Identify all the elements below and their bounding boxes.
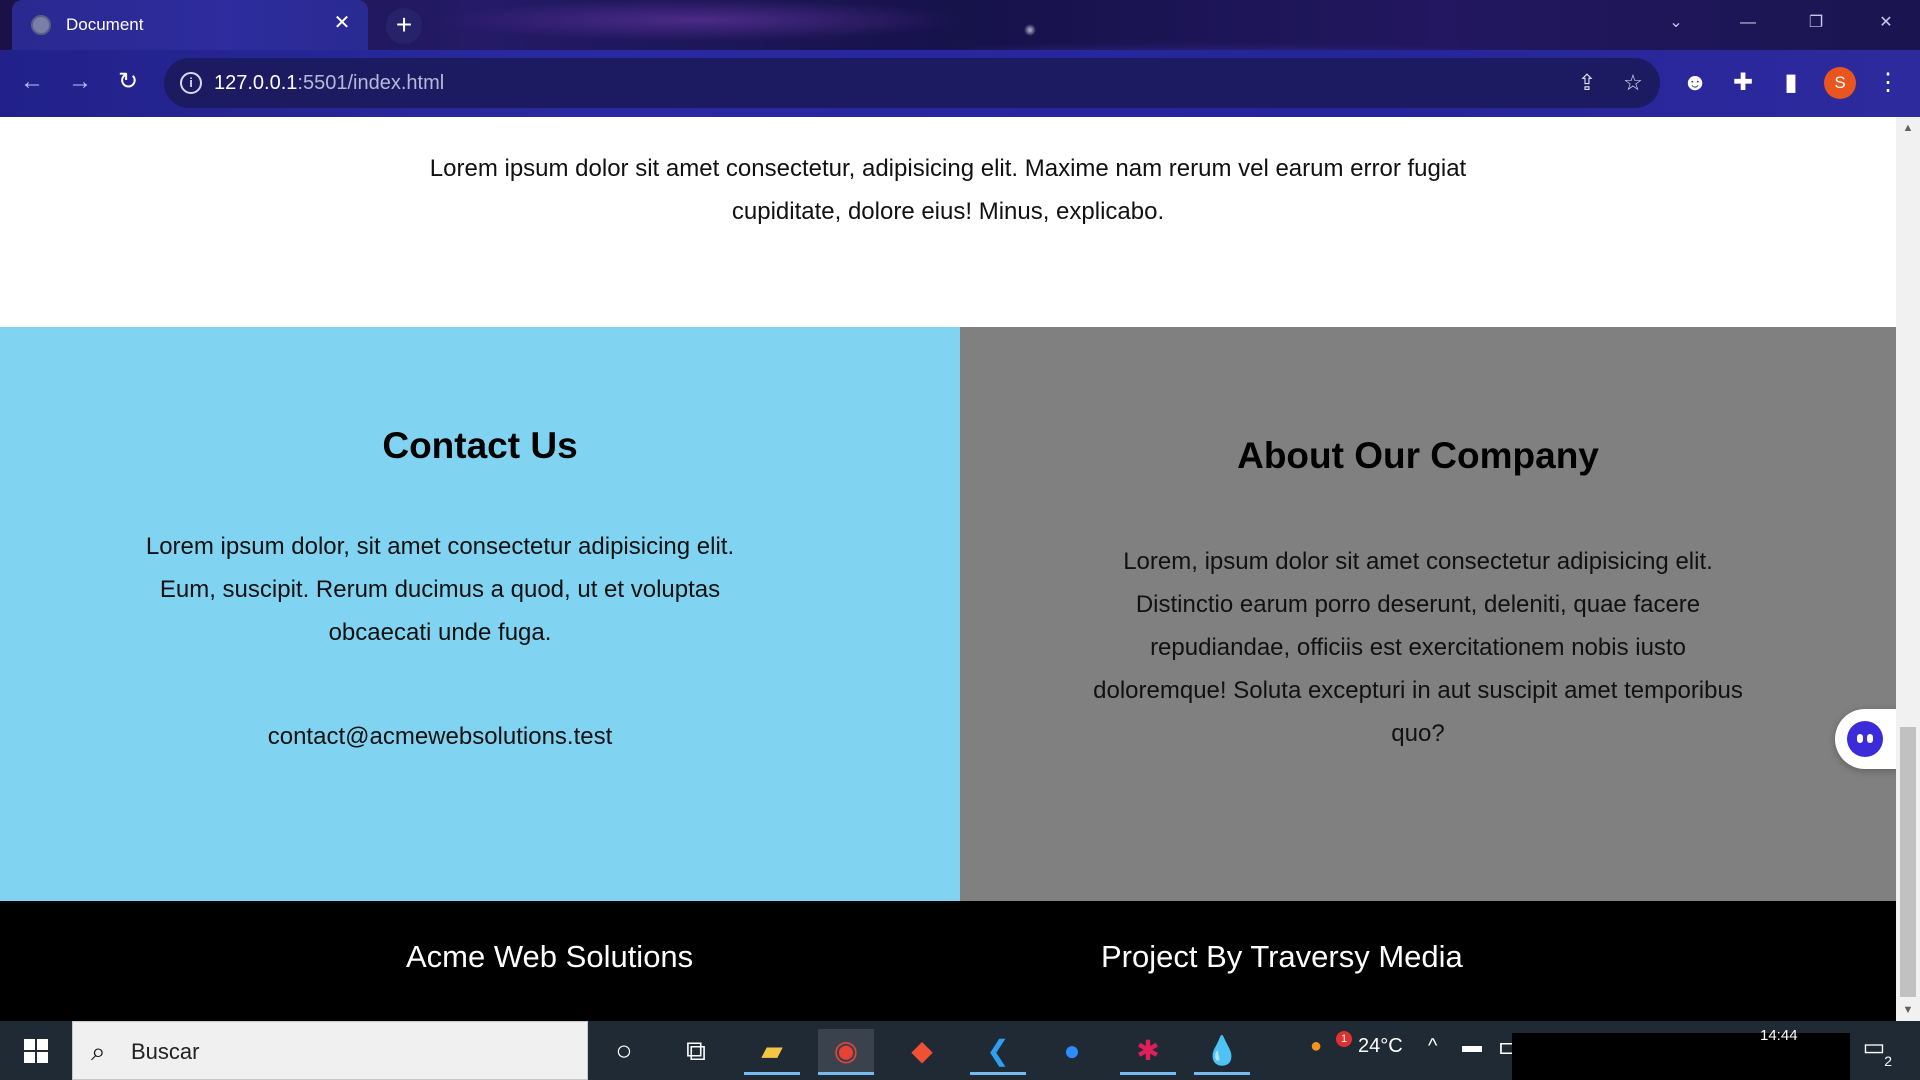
tab-title: Document <box>66 15 144 34</box>
search-placeholder: Buscar <box>131 1039 200 1064</box>
site-info-icon[interactable]: i <box>180 72 202 94</box>
extension-robot-icon[interactable]: ☻ <box>1679 67 1711 99</box>
vscode-icon[interactable]: ❮ <box>970 1029 1026 1075</box>
browser-chrome: Document ✕ + ⌄ — ❐ ✕ ← → ↻ i 127.0.0.1:5… <box>0 0 1920 117</box>
url-host: 127.0.0.1 <box>214 72 298 94</box>
new-tab-button[interactable]: + <box>386 8 422 44</box>
slack-icon[interactable]: ✱ <box>1120 1029 1176 1075</box>
notification-center-icon[interactable]: ▭ 2 <box>1856 1033 1892 1069</box>
file-explorer-icon[interactable]: ▰ <box>744 1029 800 1075</box>
intro-paragraph: Lorem ipsum dolor sit amet consectetur, … <box>429 155 1467 225</box>
globe-icon <box>31 15 51 35</box>
clock[interactable]: 14:44 <box>1760 1027 1798 1044</box>
tray-overlay <box>1512 1033 1850 1080</box>
git-icon[interactable]: ◆ <box>894 1029 950 1075</box>
forward-icon[interactable]: → <box>62 64 98 100</box>
menu-kebab-icon[interactable]: ⋮ <box>1872 67 1904 99</box>
chat-widget-button[interactable] <box>1835 709 1899 769</box>
taskbar-search-box[interactable]: ⌕ Buscar <box>72 1021 588 1080</box>
web-page: Lorem ipsum dolor sit amet consectetur, … <box>0 117 1896 1021</box>
chat-bot-icon <box>1847 721 1883 757</box>
cortana-icon[interactable]: ○ <box>596 1029 652 1075</box>
vertical-scrollbar[interactable]: ▲ ▼ <box>1896 117 1920 1021</box>
search-icon: ⌕ <box>91 1036 106 1066</box>
back-icon[interactable]: ← <box>14 64 50 100</box>
toolbar: ← → ↻ i 127.0.0.1:5501/index.html ⇪ ☆ ☻ … <box>0 50 1920 117</box>
extensions-puzzle-icon[interactable]: ✚ <box>1727 67 1759 99</box>
profile-avatar[interactable]: S <box>1824 67 1856 99</box>
footer: Acme Web Solutions Project By Traversy M… <box>0 901 1896 1021</box>
footer-brand: Acme Web Solutions <box>406 939 694 974</box>
address-bar[interactable]: i 127.0.0.1:5501/index.html ⇪ ☆ <box>164 58 1660 108</box>
chevron-up-icon[interactable]: ^ <box>1428 1035 1437 1058</box>
bookmark-star-icon[interactable]: ☆ <box>1620 70 1646 96</box>
start-button[interactable] <box>0 1021 72 1080</box>
tab-close-icon[interactable]: ✕ <box>330 11 354 35</box>
side-panel-icon[interactable]: ▮ <box>1775 67 1807 99</box>
tab-search-icon[interactable]: ⌄ <box>1648 4 1704 42</box>
scroll-down-arrow-icon[interactable]: ▼ <box>1896 999 1920 1021</box>
close-window-button[interactable]: ✕ <box>1858 4 1914 42</box>
scrollbar-thumb[interactable] <box>1900 727 1916 997</box>
taskbar: ⌕ Buscar ○ ⧉ ▰ ◉ ◆ ❮ ● ✱ 💧 ● 1 24°C ^ ▬ … <box>0 1021 1920 1080</box>
scroll-up-arrow-icon[interactable]: ▲ <box>1896 117 1920 139</box>
contact-email[interactable]: contact@acmewebsolutions.test <box>0 723 880 751</box>
weather-temp[interactable]: 24°C <box>1358 1035 1403 1058</box>
notification-count: 2 <box>1884 1053 1892 1069</box>
about-section: About Our Company Lorem, ipsum dolor sit… <box>960 327 1896 901</box>
share-icon[interactable]: ⇪ <box>1574 70 1600 96</box>
minimize-button[interactable]: — <box>1720 4 1776 42</box>
zoom-icon[interactable]: ● <box>1044 1029 1100 1075</box>
reload-icon[interactable]: ↻ <box>110 64 146 100</box>
footer-credit: Project By Traversy Media <box>1101 939 1463 974</box>
windows-logo-icon <box>24 1039 48 1063</box>
paint-icon[interactable]: 💧 <box>1194 1029 1250 1075</box>
weather-badge: 1 <box>1336 1031 1352 1047</box>
chrome-icon[interactable]: ◉ <box>818 1029 874 1075</box>
contact-text: Lorem ipsum dolor, sit amet consectetur … <box>145 533 735 646</box>
about-text: Lorem, ipsum dolor sit amet consectetur … <box>1093 548 1743 747</box>
browser-tab[interactable]: Document ✕ <box>12 0 368 50</box>
url-text[interactable]: 127.0.0.1:5501/index.html <box>214 72 444 95</box>
task-view-icon[interactable]: ⧉ <box>668 1029 724 1075</box>
weather-icon[interactable]: ● <box>1310 1035 1322 1058</box>
contact-heading: Contact Us <box>382 425 578 466</box>
about-heading: About Our Company <box>1237 435 1599 476</box>
battery-icon[interactable]: ▬ <box>1462 1035 1482 1058</box>
contact-section: Contact Us Lorem ipsum dolor, sit amet c… <box>0 327 960 901</box>
restore-button[interactable]: ❐ <box>1788 4 1844 42</box>
url-path: :5501/index.html <box>297 72 445 94</box>
